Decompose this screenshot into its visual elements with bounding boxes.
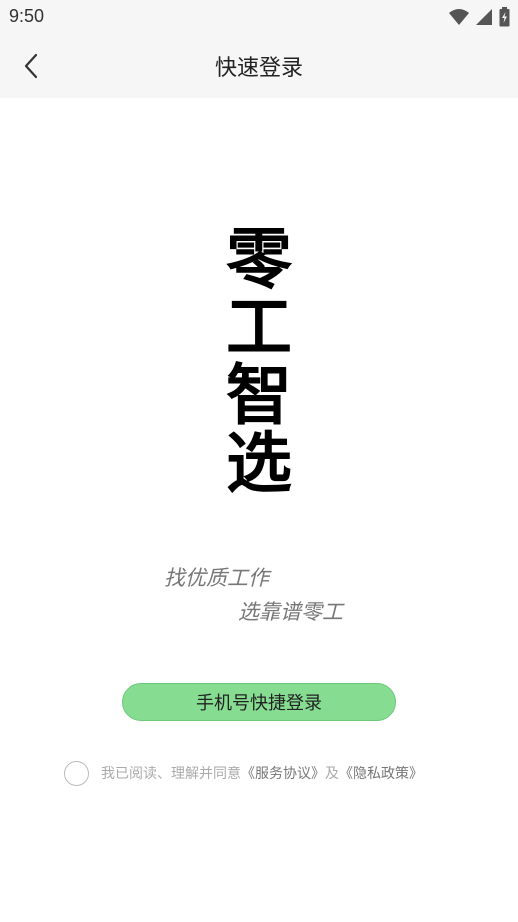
privacy-policy-link[interactable]: 《隐私政策》	[339, 763, 423, 783]
signal-icon	[476, 9, 492, 25]
agreement-row: 我已阅读、理解并同意 《服务协议》 及 《隐私政策》	[64, 759, 423, 787]
logo-char: 工	[226, 289, 292, 366]
slogan-line-1: 找优质工作	[164, 566, 269, 590]
phone-quick-login-button[interactable]: 手机号快捷登录	[122, 683, 396, 721]
logo-char: 零	[226, 221, 292, 298]
slogan-line-2: 选靠谱零工	[238, 600, 343, 624]
header: 快速登录	[0, 34, 518, 98]
app-logo: 零 工 智 选	[0, 226, 518, 498]
status-time: 9:50	[9, 6, 45, 26]
service-agreement-link[interactable]: 《服务协议》	[241, 763, 325, 783]
status-bar: 9:50	[0, 0, 518, 34]
wifi-icon	[449, 9, 469, 25]
battery-icon	[499, 7, 510, 27]
agreement-checkbox[interactable]	[64, 760, 89, 786]
logo-char: 智	[226, 357, 292, 434]
status-icons	[449, 7, 510, 27]
page-title: 快速登录	[214, 56, 303, 81]
agreement-text: 我已阅读、理解并同意	[101, 766, 241, 782]
agreement-joiner: 及	[325, 766, 339, 782]
logo-char: 选	[226, 425, 292, 502]
